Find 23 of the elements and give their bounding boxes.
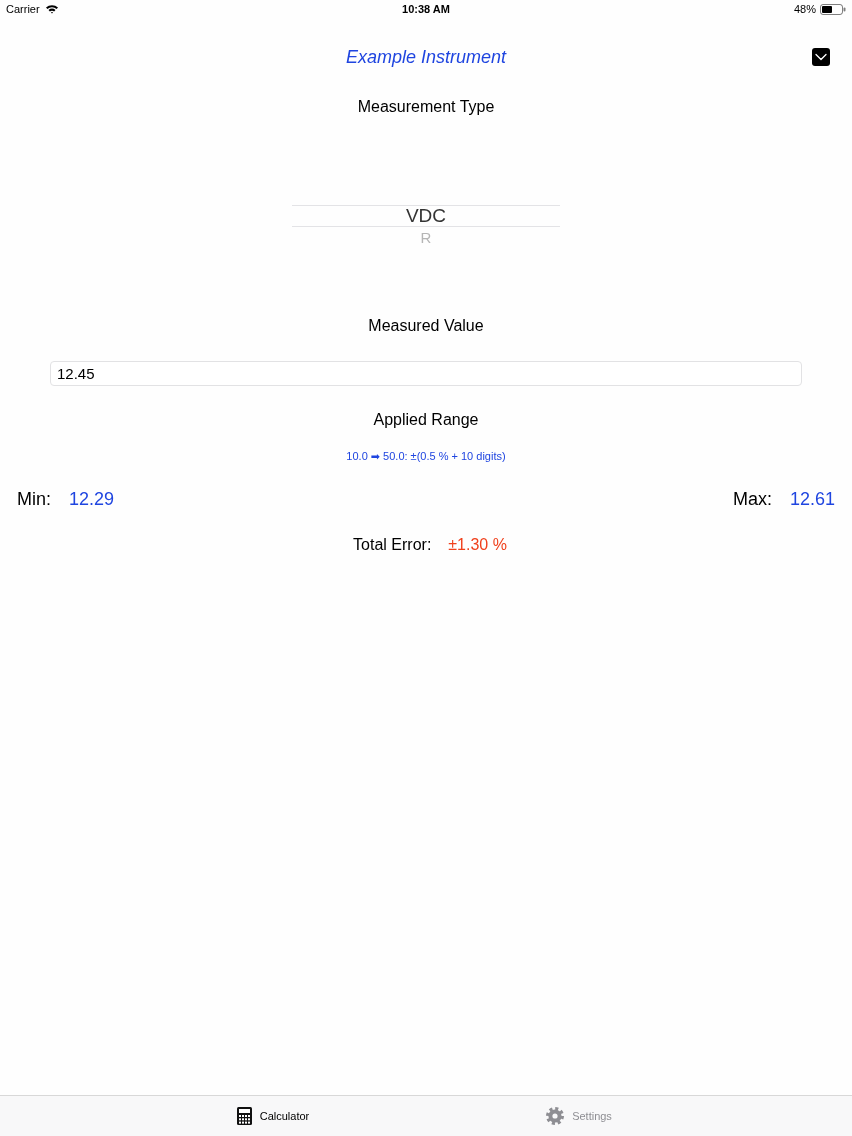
battery-icon — [820, 3, 846, 15]
range-spec-text: 10.0 ➡ 50.0: ±(0.5 % + 10 digits) — [346, 449, 506, 463]
battery-percent: 48% — [793, 3, 816, 15]
limit-label: Min: — [17, 488, 51, 511]
total-error-value: ±1.30 % — [448, 535, 507, 555]
section-heading: Applied Range — [373, 410, 479, 430]
picker-option[interactable]: VDC — [292, 205, 560, 227]
wifi-icon — [44, 4, 59, 14]
total-error-label: Total Error: — [353, 535, 432, 555]
carrier-name: Carrier — [6, 3, 40, 15]
gear-icon — [546, 1107, 565, 1125]
limit-value: 12.29 — [69, 488, 115, 511]
dropdown-button[interactable] — [812, 48, 830, 66]
chevron-down-icon — [815, 53, 827, 61]
status-time: 10:38 AM — [402, 3, 450, 15]
limit-value: 12.61 — [789, 488, 835, 511]
app-title: Example Instrument — [345, 46, 507, 68]
limit-label: Max: — [732, 488, 772, 511]
value-input-field[interactable]: 12.45 — [50, 361, 802, 386]
section-heading: Measurement Type — [357, 97, 495, 117]
tab-button[interactable]: Calculator — [120, 1096, 426, 1136]
section-heading: Measured Value — [368, 316, 484, 336]
calculator-icon — [236, 1107, 252, 1125]
